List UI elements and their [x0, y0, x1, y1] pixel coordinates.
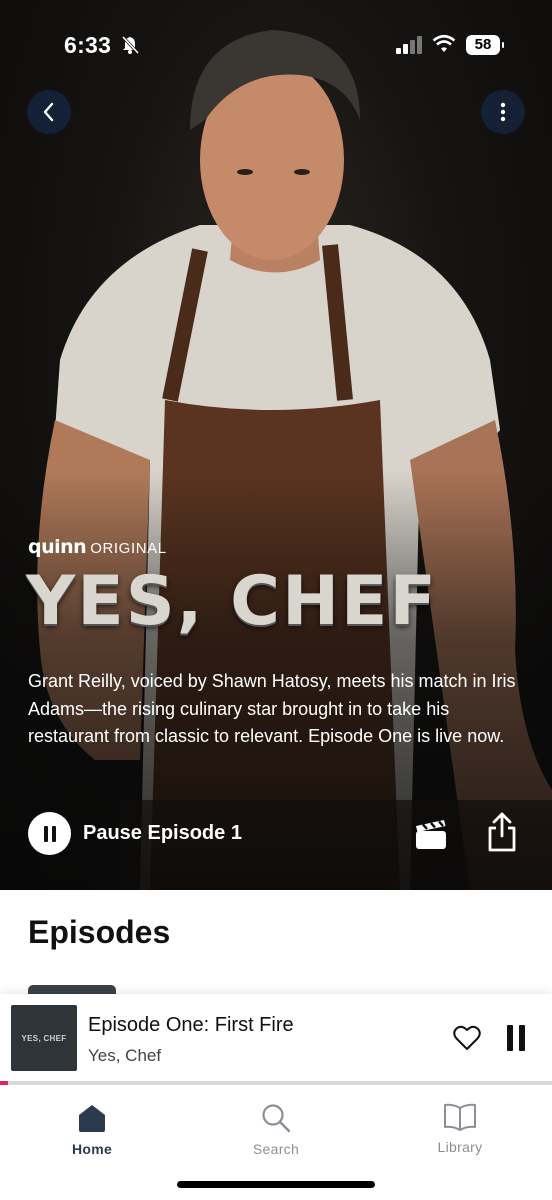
episodes-heading: Episodes — [28, 914, 171, 950]
hero-controls: Pause Episode 1 — [28, 812, 524, 856]
status-bar: 6:33 58 — [0, 0, 552, 84]
brand-label: quinn ORIGINAL — [28, 536, 167, 558]
home-icon — [79, 1105, 105, 1132]
search-icon — [262, 1104, 291, 1133]
show-title: YES, CHEF — [26, 562, 438, 641]
cellular-signal-icon — [396, 36, 424, 59]
pause-episode-label[interactable]: Pause Episode 1 — [83, 822, 242, 845]
clapperboard-icon[interactable] — [414, 816, 448, 855]
tab-search[interactable]: Search — [216, 1103, 336, 1157]
more-options-button[interactable] — [481, 90, 525, 134]
tab-search-label: Search — [252, 1141, 300, 1157]
more-vertical-icon — [500, 102, 506, 122]
share-icon[interactable] — [486, 812, 518, 857]
hero-banner — [0, 0, 552, 890]
show-description: Grant Reilly, voiced by Shawn Hatosy, me… — [28, 671, 516, 746]
mini-pause-icon[interactable] — [506, 1025, 526, 1056]
quinn-logo: quinn — [28, 536, 87, 558]
pause-icon — [43, 825, 56, 842]
status-time: 6:33 — [64, 32, 112, 58]
back-button[interactable] — [27, 90, 71, 134]
mini-player-title: Episode One: First Fire — [88, 1014, 294, 1036]
tab-home[interactable]: Home — [32, 1103, 152, 1157]
library-icon — [444, 1103, 476, 1131]
pause-episode-button[interactable] — [28, 812, 71, 855]
original-label: ORIGINAL — [90, 540, 167, 557]
wifi-icon — [432, 34, 456, 59]
tab-home-label: Home — [71, 1141, 113, 1157]
silent-bell-icon — [120, 35, 140, 60]
tab-library-label: Library — [437, 1139, 483, 1155]
chevron-left-icon — [43, 102, 54, 122]
tab-library[interactable]: Library — [400, 1103, 520, 1155]
mini-player-artwork: YES, CHEF — [11, 1005, 77, 1071]
battery-indicator: 58 — [466, 35, 504, 55]
heart-icon[interactable] — [453, 1025, 481, 1056]
mini-player-subtitle: Yes, Chef — [88, 1046, 162, 1065]
home-indicator — [177, 1181, 375, 1188]
mini-player[interactable]: YES, CHEF Episode One: First Fire Yes, C… — [0, 994, 552, 1084]
